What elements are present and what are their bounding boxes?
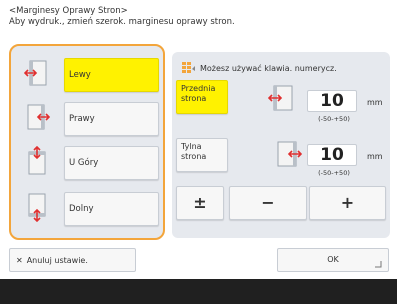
front-margin-value[interactable]: 10 bbox=[307, 90, 357, 112]
status-bar bbox=[0, 279, 397, 304]
cancel-settings-label: Anuluj ustawie. bbox=[26, 255, 88, 265]
ok-label: OK bbox=[327, 255, 339, 264]
margin-right-icon bbox=[27, 104, 50, 130]
back-margin-range: (-50-+50) bbox=[318, 169, 350, 177]
position-right-button[interactable]: Prawy bbox=[64, 102, 159, 136]
front-side-button[interactable]: Przednia strona bbox=[176, 80, 228, 114]
position-right-label: Prawy bbox=[69, 114, 95, 124]
header: <Marginesy Oprawy Stron> Aby wydruk., zm… bbox=[9, 6, 235, 28]
margin-left-icon bbox=[24, 60, 47, 86]
position-top-button[interactable]: U Góry bbox=[64, 146, 159, 180]
front-margin-unit: mm bbox=[367, 98, 383, 107]
position-top-label: U Góry bbox=[69, 158, 99, 168]
back-margin-icon bbox=[277, 141, 302, 167]
position-left-label: Lewy bbox=[69, 70, 91, 80]
binding-position-panel: Lewy Prawy U Góry Dolny bbox=[9, 44, 165, 240]
back-margin-value[interactable]: 10 bbox=[307, 144, 357, 166]
front-margin-range: (-50-+50) bbox=[318, 115, 350, 123]
front-side-label: Przednia strona bbox=[181, 84, 216, 103]
back-side-button[interactable]: Tylna strona bbox=[176, 138, 228, 172]
page-title: <Marginesy Oprawy Stron> bbox=[9, 6, 128, 16]
decrement-button[interactable]: − bbox=[229, 186, 307, 220]
numeric-keys-hint: Możesz używać klawia. numerycz. bbox=[182, 62, 337, 74]
position-bottom-label: Dolny bbox=[69, 204, 94, 214]
page-subtitle: Aby wydruk., zmień szerok. marginesu opr… bbox=[9, 17, 235, 27]
position-left-button[interactable]: Lewy bbox=[64, 58, 159, 92]
cancel-settings-button[interactable]: ✕ Anuluj ustawie. bbox=[9, 248, 136, 272]
margin-bottom-icon bbox=[28, 193, 46, 222]
front-margin-icon bbox=[268, 85, 293, 111]
position-bottom-button[interactable]: Dolny bbox=[64, 192, 159, 226]
back-margin-unit: mm bbox=[367, 152, 383, 161]
back-side-label: Tylna strona bbox=[181, 142, 207, 161]
margin-top-icon bbox=[28, 146, 46, 175]
increment-button[interactable]: + bbox=[309, 186, 386, 220]
corner-arrow-icon bbox=[375, 261, 382, 268]
margin-width-panel: Możesz używać klawia. numerycz. Przednia… bbox=[172, 52, 390, 238]
numeric-keypad-icon bbox=[182, 62, 195, 73]
ok-button[interactable]: OK bbox=[277, 248, 389, 272]
hint-text: Możesz używać klawia. numerycz. bbox=[200, 63, 337, 73]
plus-minus-button[interactable]: ± bbox=[176, 186, 224, 220]
close-icon: ✕ bbox=[16, 255, 23, 265]
